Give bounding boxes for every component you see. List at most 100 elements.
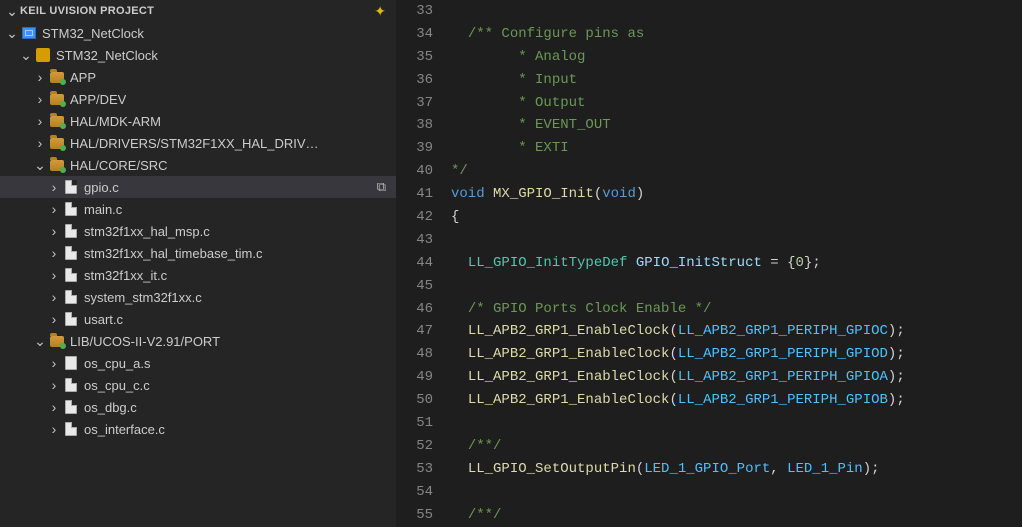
tree-item[interactable]: › gpio.c ⧉ [0,176,396,198]
code-line[interactable] [451,0,1022,23]
code-line[interactable]: * Analog [451,46,1022,69]
line-number: 48 [397,343,433,366]
tree-item-label: HAL/CORE/SRC [70,158,168,173]
line-number: 45 [397,275,433,298]
code-line[interactable]: * Input [451,69,1022,92]
tree-item[interactable]: › APP/DEV [0,88,396,110]
file-icon [62,312,80,326]
tree-item[interactable]: ›main.c [0,198,396,220]
chevron-down-icon[interactable]: ⌄ [32,334,48,348]
line-number: 52 [397,435,433,458]
tree-item-label: HAL/DRIVERS/STM32F1XX_HAL_DRIV… [70,136,319,151]
code-editor[interactable]: 3334353637383940414243444546474849505152… [397,0,1022,527]
code-line[interactable] [451,412,1022,435]
chevron-right-icon[interactable]: › [32,136,48,150]
line-number: 42 [397,206,433,229]
code-line[interactable]: * EXTI [451,137,1022,160]
line-number: 35 [397,46,433,69]
chevron-right-icon[interactable]: › [46,378,62,392]
tree-item[interactable]: ⌄STM32_NetClock [0,22,396,44]
code-line[interactable]: /**/ [451,504,1022,527]
chevron-right-icon[interactable]: › [46,400,62,414]
code-line[interactable]: void MX_GPIO_Init(void) [451,183,1022,206]
chevron-down-icon[interactable]: ⌄ [18,48,34,62]
code-line[interactable]: LL_GPIO_SetOutputPin(LED_1_GPIO_Port, LE… [451,458,1022,481]
chevron-right-icon[interactable]: › [32,114,48,128]
code-line[interactable]: * EVENT_OUT [451,114,1022,137]
line-number: 36 [397,69,433,92]
add-project-icon[interactable]: ✦ [374,3,386,20]
chevron-right-icon[interactable]: › [32,92,48,106]
tree-item[interactable]: ›usart.c [0,308,396,330]
tree-item-label: STM32_NetClock [56,48,158,63]
folder-icon [48,336,66,347]
folder-icon [48,138,66,149]
tree-item[interactable]: ⌄ HAL/CORE/SRC [0,154,396,176]
tree-item[interactable]: ⌄ STM32_NetClock [0,44,396,66]
project-tree: ⌄STM32_NetClock⌄STM32_NetClock›APP›APP/D… [0,22,396,527]
tree-item[interactable]: ›HAL/MDK-ARM [0,110,396,132]
line-number: 54 [397,481,433,504]
line-number: 46 [397,298,433,321]
tree-item-label: system_stm32f1xx.c [84,290,202,305]
code-line[interactable]: /* GPIO Ports Clock Enable */ [451,298,1022,321]
chevron-down-icon: ⌄ [4,3,20,20]
chevron-right-icon[interactable]: › [32,70,48,84]
tree-item[interactable]: ›stm32f1xx_hal_timebase_tim.c [0,242,396,264]
tree-item[interactable]: › os_interface.c [0,418,396,440]
tree-item-label: stm32f1xx_it.c [84,268,167,283]
code-line[interactable]: LL_APB2_GRP1_EnableClock(LL_APB2_GRP1_PE… [451,366,1022,389]
tree-item-label: APP [70,70,96,85]
chevron-down-icon[interactable]: ⌄ [4,26,20,40]
tree-item[interactable]: › os_cpu_a.s [0,352,396,374]
chevron-right-icon[interactable]: › [46,422,62,436]
line-number: 39 [397,137,433,160]
code-line[interactable]: /**/ [451,435,1022,458]
line-number: 49 [397,366,433,389]
tree-item[interactable]: ⌄LIB/UCOS-II-V2.91/PORT [0,330,396,352]
explorer-header[interactable]: ⌄ KEIL UVISION PROJECT ✦ [0,0,396,22]
chevron-right-icon[interactable]: › [46,356,62,370]
explorer-title: KEIL UVISION PROJECT [20,5,374,17]
chevron-right-icon[interactable]: › [46,224,62,238]
code-line[interactable] [451,275,1022,298]
code-line[interactable]: LL_APB2_GRP1_EnableClock(LL_APB2_GRP1_PE… [451,320,1022,343]
code-line[interactable]: LL_GPIO_InitTypeDef GPIO_InitStruct = {0… [451,252,1022,275]
chevron-right-icon[interactable]: › [46,268,62,282]
chevron-right-icon[interactable]: › [46,202,62,216]
tree-item[interactable]: ›os_dbg.c [0,396,396,418]
tree-item[interactable]: › APP [0,66,396,88]
copy-icon[interactable]: ⧉ [377,179,386,195]
file-icon [62,268,80,282]
tree-item[interactable]: ›os_cpu_c.c [0,374,396,396]
file-icon [62,378,80,392]
line-number: 41 [397,183,433,206]
tree-item-label: gpio.c [84,180,119,195]
code-line[interactable] [451,229,1022,252]
chevron-right-icon[interactable]: › [46,246,62,260]
tree-item[interactable]: ›stm32f1xx_hal_msp.c [0,220,396,242]
line-number: 51 [397,412,433,435]
tree-item[interactable]: › system_stm32f1xx.c [0,286,396,308]
chevron-right-icon[interactable]: › [46,290,62,304]
tree-item-label: APP/DEV [70,92,126,107]
folder-icon [48,160,66,171]
tree-item-label: os_interface.c [84,422,165,437]
chevron-down-icon[interactable]: ⌄ [32,158,48,172]
chevron-right-icon[interactable]: › [46,180,62,194]
tree-item[interactable]: › stm32f1xx_it.c [0,264,396,286]
code-line[interactable]: * Output [451,92,1022,115]
code-line[interactable]: */ [451,160,1022,183]
code-line[interactable]: { [451,206,1022,229]
package-icon [34,48,52,62]
code-line[interactable]: /** Configure pins as [451,23,1022,46]
code-content[interactable]: /** Configure pins as * Analog * Input *… [451,0,1022,527]
line-number-gutter: 3334353637383940414243444546474849505152… [397,0,451,527]
chevron-right-icon[interactable]: › [46,312,62,326]
tree-item-label: os_cpu_a.s [84,356,151,371]
code-line[interactable]: LL_APB2_GRP1_EnableClock(LL_APB2_GRP1_PE… [451,343,1022,366]
tree-item[interactable]: › HAL/DRIVERS/STM32F1XX_HAL_DRIV… [0,132,396,154]
code-line[interactable]: LL_APB2_GRP1_EnableClock(LL_APB2_GRP1_PE… [451,389,1022,412]
code-line[interactable] [451,481,1022,504]
line-number: 34 [397,23,433,46]
